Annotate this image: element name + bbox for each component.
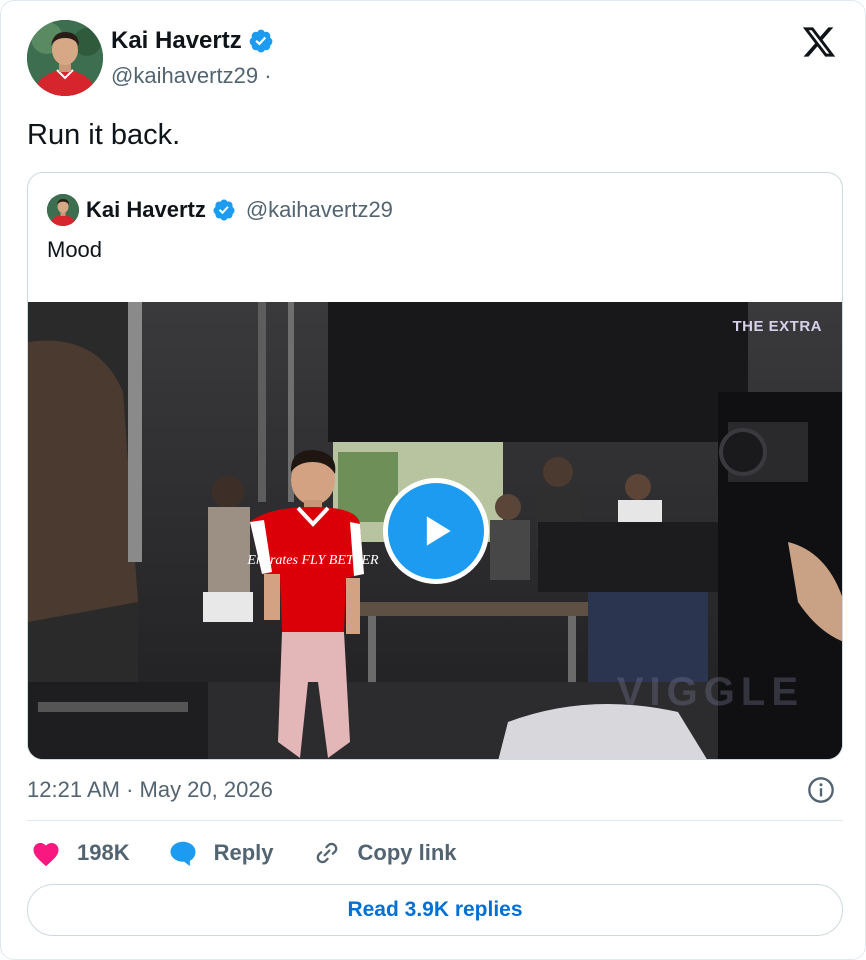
- author-handle-row: @kaihavertz29 ·: [111, 63, 272, 89]
- quoted-tweet[interactable]: Kai Havertz @kaihavertz29 Mood Emirates …: [27, 172, 843, 760]
- speech-bubble-icon: [170, 841, 196, 867]
- video-player[interactable]: Emirates FLY BETTER THE EXTRA VIGGLE: [28, 302, 842, 759]
- quoted-author-handle: @kaihavertz29: [245, 197, 393, 222]
- verified-badge-icon: [248, 28, 274, 54]
- author-handle[interactable]: @kaihavertz29: [111, 63, 258, 88]
- copy-link-button[interactable]: Copy link: [312, 839, 457, 867]
- quoted-tweet-text: Mood: [47, 237, 103, 262]
- divider: [27, 820, 843, 821]
- x-logo-icon[interactable]: [801, 25, 837, 59]
- handle-separator: ·: [264, 63, 272, 88]
- like-button[interactable]: 198K: [31, 839, 130, 867]
- link-icon: [316, 842, 337, 864]
- action-bar: 198K Reply Copy link: [31, 839, 495, 867]
- tweet-text: Run it back.: [27, 119, 181, 151]
- play-button[interactable]: [383, 478, 489, 584]
- play-icon: [426, 516, 451, 546]
- tweet-timestamp[interactable]: 12:21 AM · May 20, 2026: [27, 777, 273, 803]
- svg-text:Emirates FLY BETTER: Emirates FLY BETTER: [246, 553, 379, 568]
- reply-button[interactable]: Reply: [168, 839, 274, 867]
- read-replies-button[interactable]: Read 3.9K replies: [27, 884, 843, 936]
- author-avatar[interactable]: [27, 20, 103, 96]
- info-icon[interactable]: [807, 776, 835, 804]
- quoted-header: Kai Havertz @kaihavertz29: [86, 197, 393, 223]
- heart-icon: [33, 843, 59, 867]
- quoted-author-name: Kai Havertz: [86, 197, 206, 222]
- viggle-watermark: VIGGLE: [616, 670, 804, 714]
- author-name-row: Kai Havertz: [111, 27, 274, 55]
- like-count: 198K: [77, 840, 130, 865]
- author-name[interactable]: Kai Havertz: [111, 27, 242, 55]
- copy-link-label: Copy link: [357, 840, 457, 865]
- quoted-author-avatar: [47, 194, 79, 226]
- reply-label: Reply: [213, 840, 274, 865]
- verified-badge-icon: [212, 198, 236, 222]
- tweet-card: Kai Havertz @kaihavertz29 · Run it back.: [0, 0, 866, 960]
- video-watermark: THE EXTRA: [732, 318, 822, 335]
